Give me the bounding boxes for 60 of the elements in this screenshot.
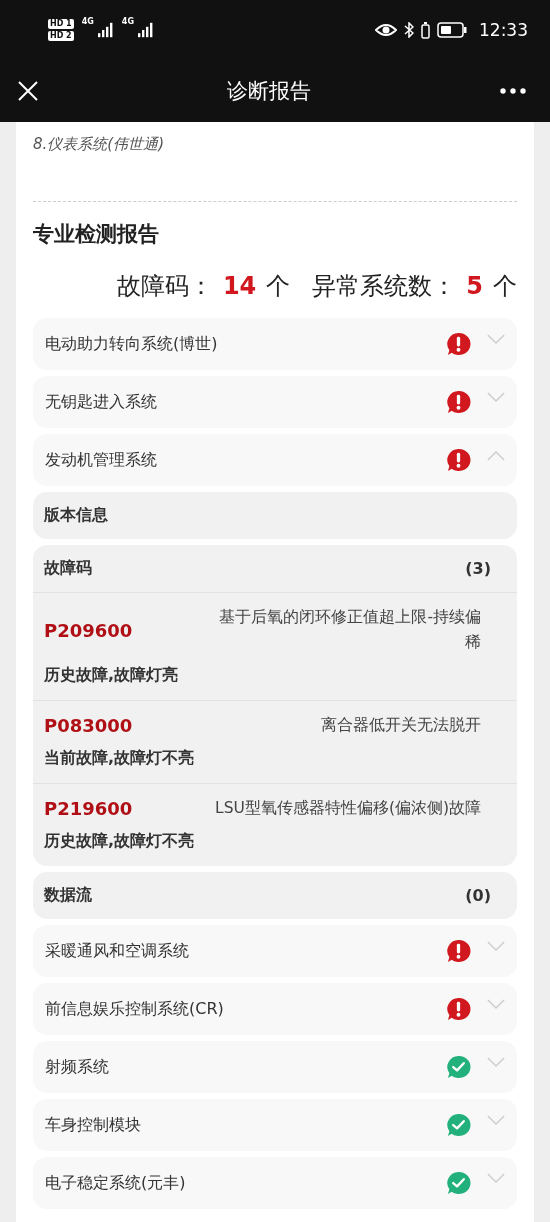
system-list-item: 8.仪表系统(伟世通) [33, 134, 165, 155]
fault-description: 基于后氧的闭环修正值超上限-持续偏稀 [218, 607, 481, 653]
section-title: 数据流 [44, 885, 92, 906]
fault-description: 离合器低开关无法脱开 [321, 715, 481, 736]
sim-badge: HD 1 [48, 19, 74, 29]
chevron-down-icon[interactable] [487, 998, 505, 1010]
eye-icon [375, 23, 397, 37]
fault-status: 历史故障,故障灯亮 [44, 665, 180, 686]
system-name: 发动机管理系统 [45, 449, 158, 471]
system-row[interactable]: 射频系统 [33, 1041, 517, 1093]
system-row[interactable]: 前信息娱乐控制系统(CR) [33, 983, 517, 1035]
fault-count-label: 故障码： [116, 271, 213, 302]
chevron-down-icon[interactable] [487, 1172, 505, 1184]
system-name: 车身控制模块 [45, 1114, 142, 1136]
system-row[interactable]: 无钥匙进入系统 [33, 376, 517, 428]
chevron-down-icon[interactable] [487, 333, 505, 345]
signal-icon [137, 22, 154, 38]
system-count: 5 [466, 271, 483, 302]
unit-label: 个 [493, 271, 517, 302]
system-row[interactable]: 发动机管理系统 [33, 434, 517, 486]
clock-time: 12:33 [479, 20, 528, 40]
chevron-down-icon[interactable] [487, 391, 505, 403]
chevron-down-icon[interactable] [487, 940, 505, 952]
fault-status: 当前故障,故障灯不亮 [44, 748, 196, 769]
system-name: 电子稳定系统(元丰) [45, 1172, 187, 1194]
chevron-down-icon[interactable] [487, 1056, 505, 1068]
system-row[interactable]: 车身控制模块 [33, 1099, 517, 1151]
system-count-label: 异常系统数： [312, 271, 457, 302]
network-label: 4G [121, 17, 134, 26]
page-title: 诊断报告 [227, 78, 311, 105]
section-title: 故障码 [44, 558, 92, 579]
system-name: 射频系统 [45, 1056, 110, 1078]
system-row[interactable]: 电动助力转向系统(博世) [33, 318, 517, 370]
sim-badge: HD 2 [48, 31, 74, 41]
section-count: (0) [465, 886, 491, 905]
signal-icon [97, 22, 114, 38]
vibrate-icon [421, 21, 430, 39]
chevron-up-icon[interactable] [487, 449, 505, 461]
system-name: 无钥匙进入系统 [45, 391, 158, 413]
section-count: (3) [465, 559, 491, 578]
fault-code: P219600 [44, 798, 133, 819]
fault-description: LSU型氧传感器特性偏移(偏浓侧)故障 [215, 798, 481, 819]
battery-icon [437, 22, 467, 38]
report-title: 专业检测报告 [33, 221, 160, 248]
more-icon [500, 88, 526, 94]
fault-status: 历史故障,故障灯不亮 [44, 831, 196, 852]
system-name: 采暖通风和空调系统 [45, 940, 190, 962]
unit-label: 个 [266, 271, 291, 302]
close-icon [18, 81, 38, 101]
fault-code: P209600 [44, 619, 133, 641]
system-name: 电动助力转向系统(博世) [45, 333, 219, 355]
system-row[interactable]: 电子稳定系统(元丰) [33, 1157, 517, 1209]
fault-count: 14 [222, 271, 257, 302]
system-row[interactable]: 采暖通风和空调系统 [33, 925, 517, 977]
chevron-down-icon[interactable] [487, 1114, 505, 1126]
section-title: 版本信息 [44, 505, 108, 526]
bluetooth-icon [404, 22, 414, 38]
system-name: 前信息娱乐控制系统(CR) [45, 998, 225, 1020]
fault-code: P083000 [44, 715, 133, 736]
network-label: 4G [81, 17, 94, 26]
